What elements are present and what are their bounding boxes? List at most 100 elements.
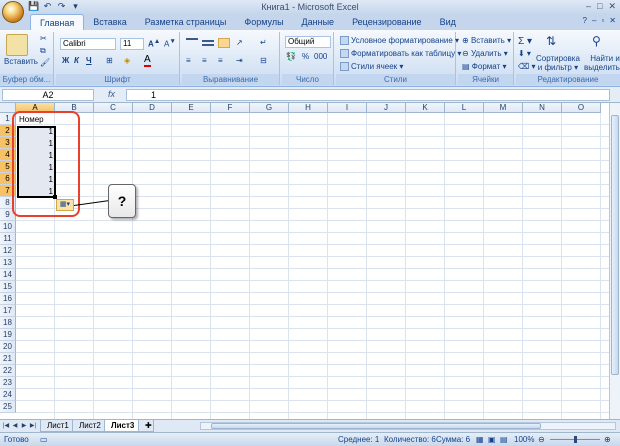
column-header-j[interactable]: J — [367, 103, 406, 113]
bold-button[interactable]: Ж — [62, 56, 69, 65]
column-header-i[interactable]: I — [328, 103, 367, 113]
column-header-m[interactable]: M — [484, 103, 523, 113]
font-size-select[interactable]: 11 — [120, 38, 144, 50]
number-format-select[interactable]: Общий — [285, 36, 331, 48]
row-header-24[interactable]: 24 — [0, 389, 16, 401]
row-header-25[interactable]: 25 — [0, 401, 16, 413]
view-normal-icon[interactable]: ▦ — [476, 435, 484, 444]
font-color-icon[interactable]: A — [144, 54, 151, 67]
sheet-tab-2[interactable]: Лист2 — [72, 420, 108, 432]
tab-page-layout[interactable]: Разметка страницы — [136, 14, 236, 30]
orientation-icon[interactable]: ↗ — [236, 38, 243, 47]
restore-workbook-icon[interactable]: ▫ — [601, 16, 604, 25]
clear-icon[interactable]: ⌫ ▾ — [518, 62, 536, 71]
column-header-c[interactable]: C — [94, 103, 133, 113]
align-left-icon[interactable]: ≡ — [186, 56, 191, 65]
vertical-scrollbar[interactable] — [609, 103, 620, 419]
align-right-icon[interactable]: ≡ — [218, 56, 223, 65]
shrink-font-icon[interactable]: A▼ — [164, 38, 176, 49]
binoculars-icon[interactable]: ⚲ — [592, 34, 601, 48]
cell-styles-button[interactable]: Стили ячеек ▾ — [340, 62, 403, 72]
cut-icon[interactable]: ✂ — [40, 34, 47, 43]
spreadsheet-grid[interactable]: ABCDEFGHIJKLMNO 1 2 3 4 5 6 7 8 9 10 11 12 13 14 15 16 1… — [0, 103, 620, 419]
view-pagebreak-icon[interactable]: ▤ — [500, 435, 508, 444]
zoom-level[interactable]: 100% — [514, 435, 534, 444]
fill-color-icon[interactable]: ◈ — [124, 56, 130, 65]
sheet-tab-3[interactable]: Лист3 — [104, 420, 142, 432]
row-header-16[interactable]: 16 — [0, 293, 16, 305]
select-all-corner[interactable] — [0, 103, 16, 113]
delete-cells-button[interactable]: ⊖ Удалить ▾ — [462, 49, 508, 58]
insert-function-icon[interactable]: fx — [108, 89, 115, 99]
tab-review[interactable]: Рецензирование — [343, 14, 431, 30]
last-sheet-icon[interactable]: ▶| — [29, 422, 37, 430]
column-header-h[interactable]: H — [289, 103, 328, 113]
column-header-l[interactable]: L — [445, 103, 484, 113]
format-as-table-button[interactable]: Форматировать как таблицу ▾ — [340, 49, 461, 59]
zoom-out-icon[interactable]: ⊖ — [538, 435, 545, 444]
row-header-12[interactable]: 12 — [0, 245, 16, 257]
thousands-button[interactable]: 000 — [314, 52, 327, 61]
column-header-k[interactable]: K — [406, 103, 445, 113]
zoom-in-icon[interactable]: ⊕ — [604, 435, 611, 444]
macro-record-icon[interactable]: ▭ — [40, 435, 48, 444]
column-header-n[interactable]: N — [523, 103, 562, 113]
paste-button[interactable]: Вставить — [4, 57, 38, 66]
vertical-scroll-thumb[interactable] — [611, 115, 619, 375]
help-icon[interactable]: ? — [583, 16, 587, 25]
align-top-icon[interactable] — [186, 38, 198, 48]
office-button[interactable] — [2, 1, 24, 23]
grow-font-icon[interactable]: A▲ — [148, 38, 160, 49]
close-workbook-icon[interactable]: ✕ — [609, 16, 616, 25]
zoom-slider-thumb[interactable] — [574, 436, 577, 443]
horizontal-scrollbar[interactable] — [200, 422, 616, 430]
insert-cells-button[interactable]: ⊕ Вставить ▾ — [462, 36, 511, 45]
next-sheet-icon[interactable]: ▶ — [20, 422, 28, 430]
row-header-20[interactable]: 20 — [0, 341, 16, 353]
fill-icon[interactable]: ⬇ ▾ — [518, 49, 531, 58]
first-sheet-icon[interactable]: |◀ — [2, 422, 10, 430]
italic-button[interactable]: К — [74, 56, 79, 65]
column-header-g[interactable]: G — [250, 103, 289, 113]
tab-formulas[interactable]: Формулы — [235, 14, 292, 30]
wrap-text-icon[interactable]: ↵ — [260, 38, 267, 47]
minimize-workbook-icon[interactable]: – — [592, 16, 596, 25]
column-header-f[interactable]: F — [211, 103, 250, 113]
percent-button[interactable]: % — [302, 52, 309, 61]
row-header-18[interactable]: 18 — [0, 317, 16, 329]
row-header-22[interactable]: 22 — [0, 365, 16, 377]
tab-data[interactable]: Данные — [293, 14, 344, 30]
sort-filter-button[interactable]: Сортировка и фильтр ▾ — [536, 54, 580, 72]
row-header-17[interactable]: 17 — [0, 305, 16, 317]
row-header-19[interactable]: 19 — [0, 329, 16, 341]
find-select-button[interactable]: Найти ивыделить ▾ — [584, 54, 620, 72]
row-header-15[interactable]: 15 — [0, 281, 16, 293]
font-name-select[interactable]: Calibri — [60, 38, 116, 50]
format-painter-icon[interactable]: 🖌 — [40, 58, 50, 67]
column-header-e[interactable]: E — [172, 103, 211, 113]
align-center-icon[interactable]: ≡ — [202, 56, 207, 65]
tab-insert[interactable]: Вставка — [84, 14, 135, 30]
indent-icon[interactable]: ⇥ — [236, 56, 243, 65]
align-middle-icon[interactable] — [202, 40, 214, 46]
merge-cells-icon[interactable]: ⊟ — [260, 56, 267, 65]
view-layout-icon[interactable]: ▣ — [488, 435, 496, 444]
currency-icon[interactable]: 💱 — [286, 52, 296, 61]
insert-sheet-icon[interactable]: ✚ — [138, 420, 154, 432]
sheet-tab-1[interactable]: Лист1 — [40, 420, 76, 432]
borders-icon[interactable]: ⊞ — [106, 56, 113, 65]
autosum-icon[interactable]: Σ ▾ — [518, 36, 532, 47]
column-header-o[interactable]: O — [562, 103, 601, 113]
sort-filter-icon[interactable]: ⇅ — [546, 34, 556, 48]
row-header-10[interactable]: 10 — [0, 221, 16, 233]
horizontal-scroll-thumb[interactable] — [211, 423, 541, 429]
row-header-14[interactable]: 14 — [0, 269, 16, 281]
row-header-21[interactable]: 21 — [0, 353, 16, 365]
row-header-13[interactable]: 13 — [0, 257, 16, 269]
underline-button[interactable]: Ч — [86, 56, 92, 65]
align-bottom-icon[interactable] — [218, 38, 230, 48]
copy-icon[interactable]: ⧉ — [40, 46, 46, 56]
prev-sheet-icon[interactable]: ◀ — [11, 422, 19, 430]
row-header-11[interactable]: 11 — [0, 233, 16, 245]
tab-view[interactable]: Вид — [431, 14, 465, 30]
